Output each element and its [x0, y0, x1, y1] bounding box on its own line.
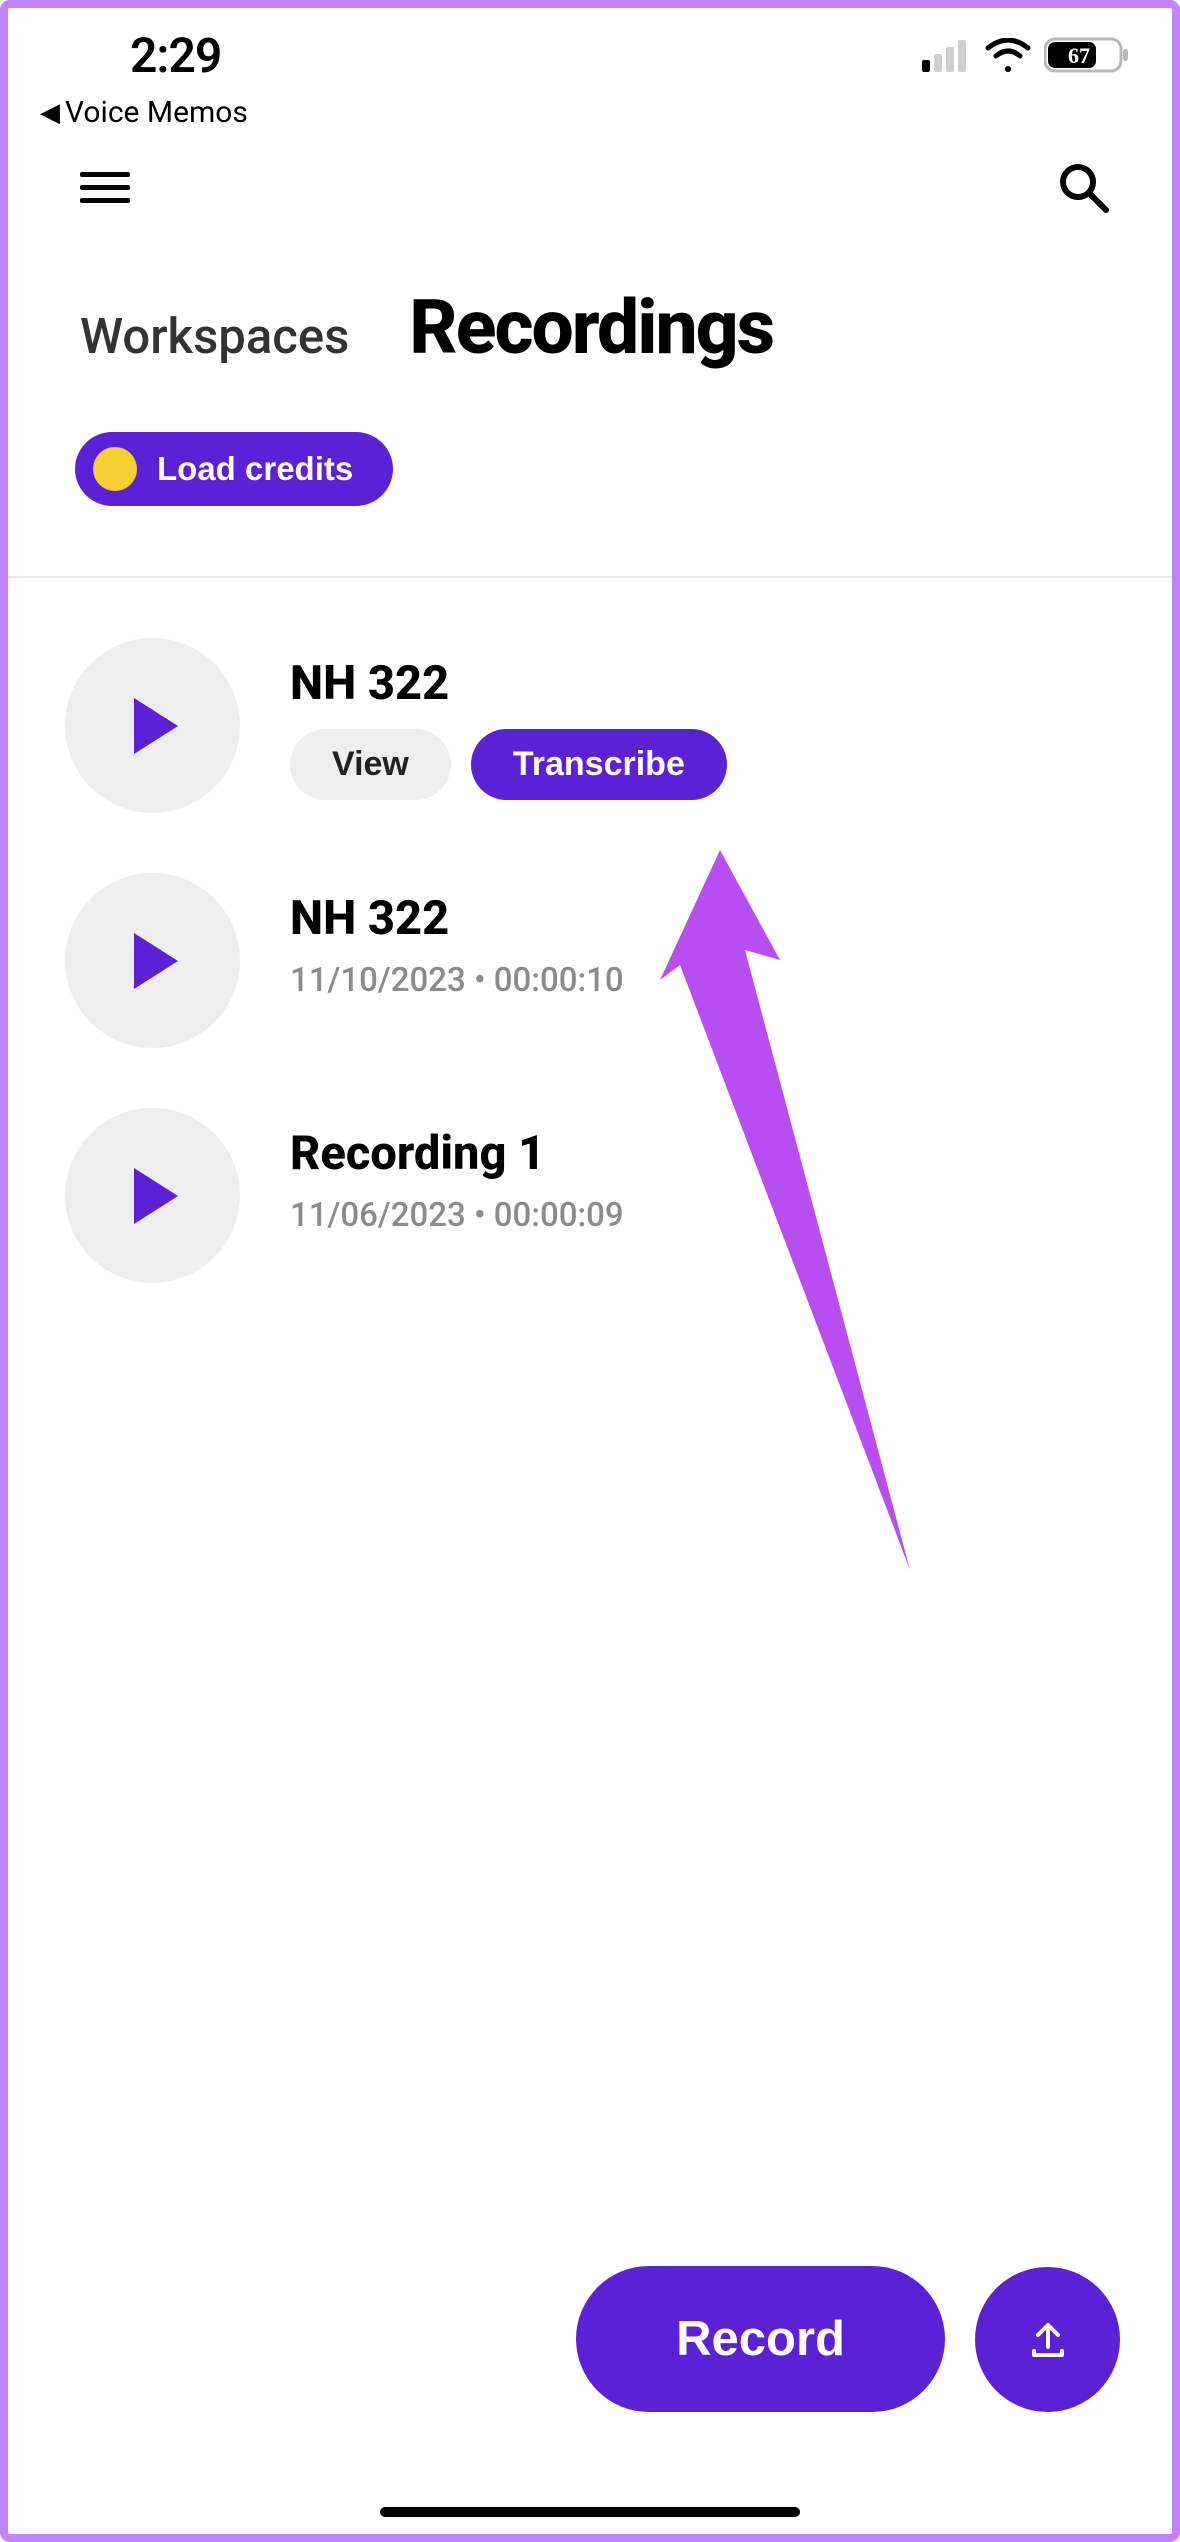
search-icon[interactable]: [1056, 160, 1110, 214]
play-button[interactable]: [65, 873, 240, 1048]
back-caret-icon: ◀: [40, 98, 60, 128]
battery-icon: 67: [1044, 35, 1130, 75]
recording-actions: View Transcribe: [290, 729, 727, 800]
recordings-list: NH 322 View Transcribe NH 322 11/10/2023…: [0, 578, 1180, 1283]
recording-item[interactable]: NH 322 View Transcribe: [65, 638, 1100, 813]
recording-info: NH 322 11/10/2023 • 00:00:10: [290, 873, 624, 1000]
header-tabs: Workspaces Recordings: [0, 244, 1180, 432]
home-indicator[interactable]: [380, 2507, 800, 2517]
status-bar: 2:29 67: [0, 0, 1180, 90]
recording-item[interactable]: Recording 1 11/06/2023 • 00:00:09: [65, 1108, 1100, 1283]
recording-meta: 11/06/2023 • 00:00:09: [290, 1196, 624, 1235]
record-button[interactable]: Record: [576, 2266, 945, 2412]
status-time: 2:29: [50, 27, 221, 84]
credits-coin-icon: [93, 447, 137, 491]
back-to-app-button[interactable]: ◀ Voice Memos: [0, 90, 1180, 150]
tab-recordings[interactable]: Recordings: [409, 284, 773, 372]
play-icon: [128, 933, 178, 989]
bottom-action-bar: Record: [576, 2266, 1120, 2412]
upload-button[interactable]: [975, 2267, 1120, 2412]
recording-title: NH 322: [290, 656, 727, 711]
menu-button[interactable]: [80, 172, 130, 203]
recording-meta: 11/10/2023 • 00:00:10: [290, 961, 624, 1000]
wifi-icon: [984, 38, 1032, 72]
cellular-icon: [922, 38, 972, 72]
recording-item[interactable]: NH 322 11/10/2023 • 00:00:10: [65, 873, 1100, 1048]
recording-title: Recording 1: [290, 1126, 624, 1181]
load-credits-label: Load credits: [157, 450, 353, 488]
view-button[interactable]: View: [290, 729, 451, 800]
play-button[interactable]: [65, 1108, 240, 1283]
status-indicators: 67: [922, 35, 1130, 75]
recording-title: NH 322: [290, 891, 624, 946]
recording-info: NH 322 View Transcribe: [290, 638, 727, 800]
back-app-label: Voice Memos: [65, 95, 248, 130]
tab-workspaces[interactable]: Workspaces: [80, 308, 349, 365]
svg-text:67: 67: [1068, 43, 1090, 68]
recording-info: Recording 1 11/06/2023 • 00:00:09: [290, 1108, 624, 1235]
load-credits-button[interactable]: Load credits: [75, 432, 393, 506]
app-header: [0, 150, 1180, 244]
play-icon: [128, 1168, 178, 1224]
play-button[interactable]: [65, 638, 240, 813]
play-icon: [128, 698, 178, 754]
upload-icon: [1024, 2315, 1072, 2363]
transcribe-button[interactable]: Transcribe: [471, 729, 727, 800]
